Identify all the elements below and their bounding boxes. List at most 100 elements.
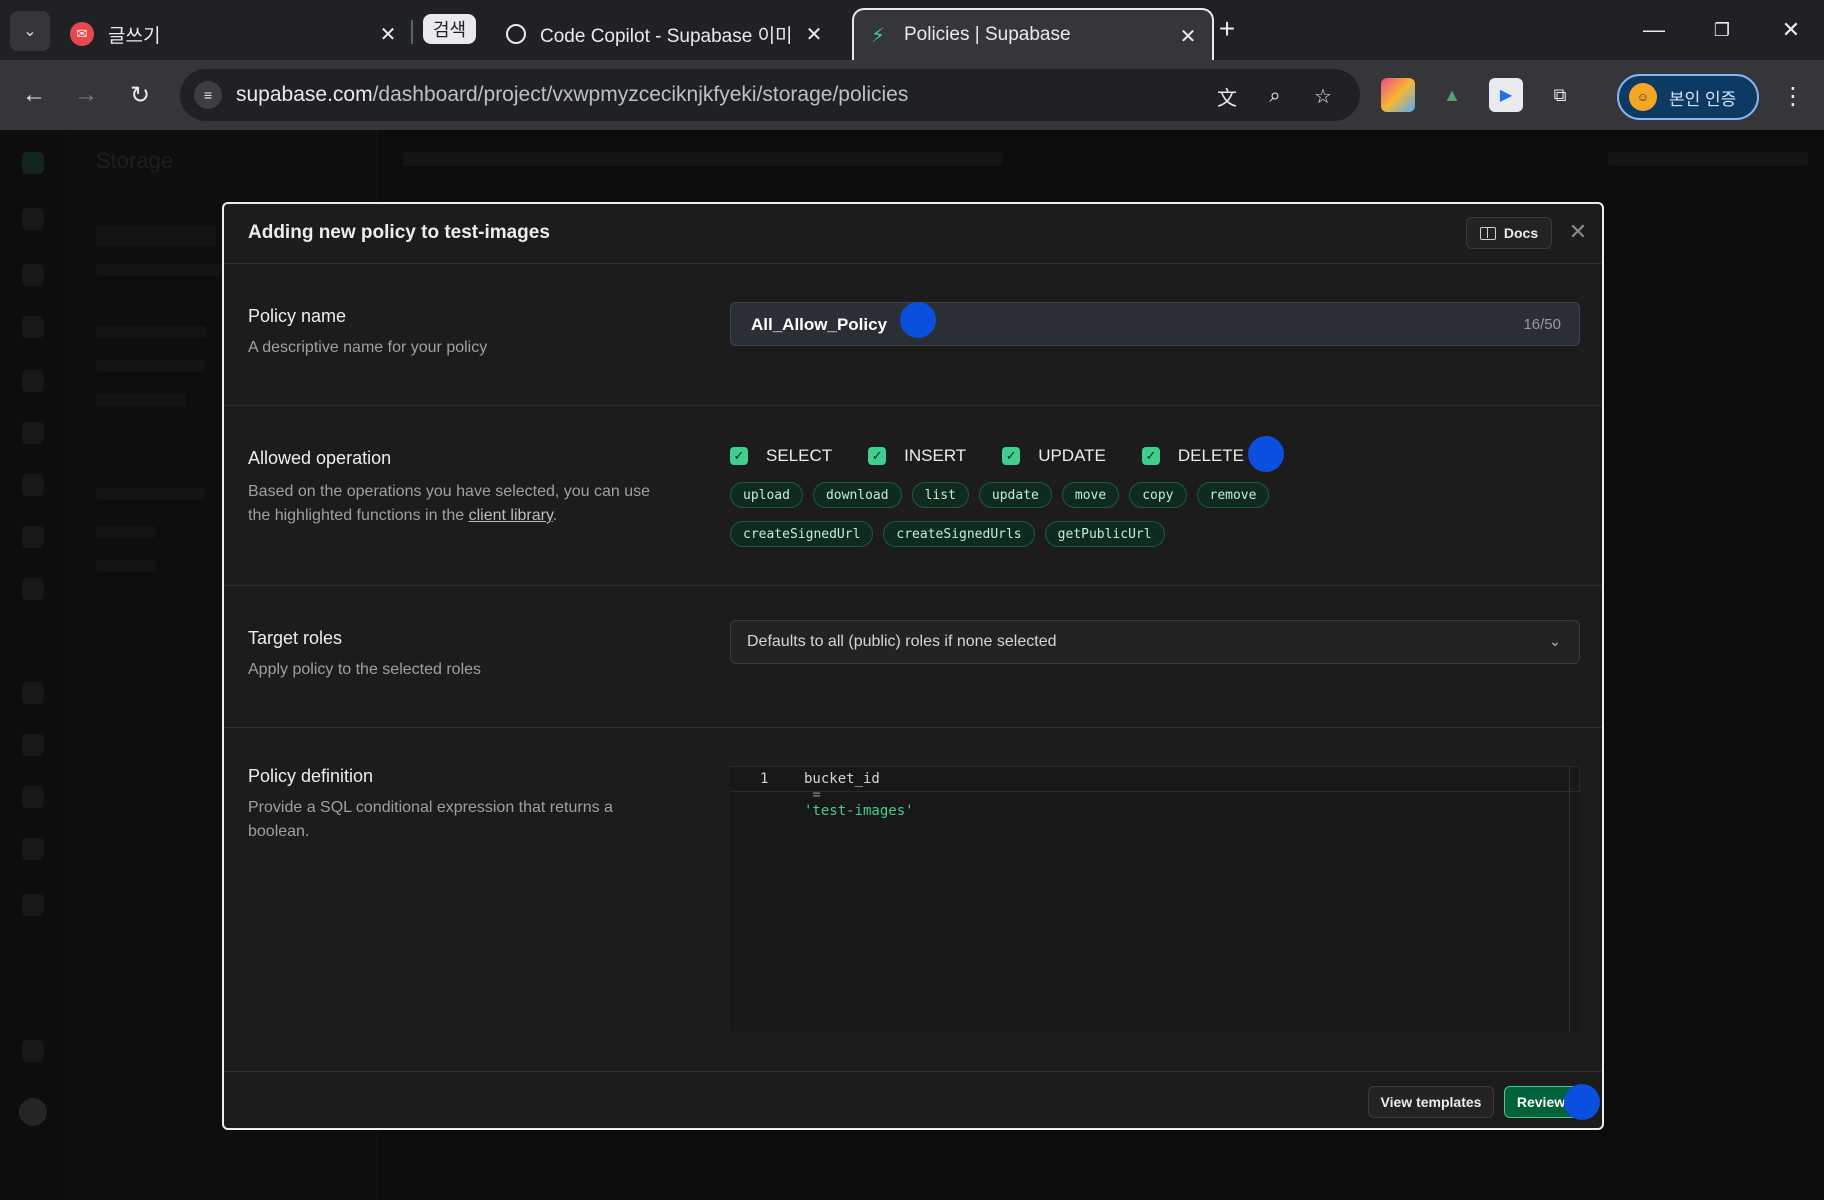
function-chips-row-2: createSignedUrl createSignedUrls getPubl… <box>730 521 1490 547</box>
function-chip: move <box>1061 482 1120 508</box>
add-policy-modal: Adding new policy to test-images Docs ✕ … <box>222 202 1604 1130</box>
profile-avatar-icon: ☺ <box>1629 83 1657 111</box>
function-chip: remove <box>1196 482 1270 508</box>
operations-checkboxes: ✓ SELECT ✓ INSERT ✓ UPDATE ✓ DELETE <box>730 446 1280 466</box>
click-marker <box>1248 436 1284 472</box>
allowed-operation-section: Allowed operation Based on the operation… <box>224 406 1602 586</box>
function-chip: createSignedUrls <box>883 521 1035 547</box>
policy-definition-section: Policy definition Provide a SQL conditio… <box>224 728 1602 1072</box>
checkbox-checked-icon[interactable]: ✓ <box>1141 447 1160 465</box>
tab-group-chip[interactable]: 검색 <box>423 14 477 44</box>
op-label: DELETE <box>1177 446 1245 465</box>
policy-definition-title: Policy definition <box>248 766 374 786</box>
tab-policies-supabase[interactable]: ⚡ Policies | Supabase ✕ <box>852 8 1214 60</box>
tab-code-copilot[interactable]: Code Copilot - Supabase 이미 ✕ <box>506 8 826 60</box>
function-chip: createSignedUrl <box>730 521 874 547</box>
supabase-bolt-icon: ⚡ <box>870 24 886 47</box>
zoom-icon[interactable]: ⌕ <box>1260 81 1290 111</box>
target-roles-select[interactable]: Defaults to all (public) roles if none s… <box>730 620 1580 664</box>
profile-label: 본인 인증 <box>1669 89 1737 109</box>
window-close-icon[interactable]: ✕ <box>1771 12 1811 48</box>
allowed-operation-description: Based on the operations you have selecte… <box>248 480 668 528</box>
tab-title: 글쓰기 <box>108 25 161 47</box>
policy-name-title: Policy name <box>248 306 347 326</box>
policy-name-value: All_Allow_Policy <box>751 315 888 334</box>
policy-name-input[interactable]: All_Allow_Policy 16/50 <box>730 302 1580 346</box>
sql-code-editor[interactable]: 1 bucket_id = 'test-images' <box>730 766 1580 1032</box>
allowed-operation-title: Allowed operation <box>248 448 392 468</box>
tab-divider <box>411 20 413 44</box>
description-text: Based on the operations you have selecte… <box>248 483 651 524</box>
target-roles-title: Target roles <box>248 628 343 648</box>
modal-header: Adding new policy to test-images Docs ✕ <box>224 204 1602 264</box>
new-tab-icon[interactable]: + <box>1212 13 1242 44</box>
checkbox-checked-icon[interactable]: ✓ <box>868 447 887 465</box>
docs-button[interactable]: Docs <box>1466 217 1552 249</box>
close-tab-icon[interactable]: ✕ <box>376 22 400 46</box>
forward-icon[interactable]: → <box>66 75 106 115</box>
line-number: 1 <box>760 771 769 787</box>
tab-search-dropdown-icon[interactable]: ⌄ <box>10 11 50 51</box>
editor-scrollbar[interactable] <box>1569 766 1570 1032</box>
op-label: UPDATE <box>1038 446 1106 465</box>
translate-icon[interactable]: 文 <box>1212 81 1242 111</box>
op-select[interactable]: ✓ SELECT <box>730 446 832 466</box>
bookmark-star-icon[interactable]: ☆ <box>1308 81 1338 111</box>
profile-button[interactable]: ☺ 본인 인증 <box>1617 74 1759 120</box>
client-library-link[interactable]: client library <box>469 507 553 524</box>
modal-title: Adding new policy to test-images <box>248 222 550 243</box>
tab-write[interactable]: ✉ 글쓰기 ✕ <box>70 8 400 60</box>
browser-menu-icon[interactable]: ⋮ <box>1778 78 1808 114</box>
policy-name-description: A descriptive name for your policy <box>248 339 488 356</box>
op-label: INSERT <box>904 446 967 465</box>
op-insert[interactable]: ✓ INSERT <box>868 446 966 466</box>
code-operator: = <box>804 787 830 803</box>
function-chip: getPublicUrl <box>1044 521 1165 547</box>
character-counter: 16/50 <box>1523 316 1561 333</box>
roles-placeholder: Defaults to all (public) roles if none s… <box>747 633 1057 650</box>
function-chip: copy <box>1129 482 1187 508</box>
function-chips-row-1: upload download list update move copy re… <box>730 482 1490 508</box>
tree-extension-icon[interactable]: ▲ <box>1435 78 1469 112</box>
extensions-puzzle-icon[interactable]: ⧉ <box>1543 78 1577 112</box>
click-marker <box>900 302 936 338</box>
close-tab-icon[interactable]: ✕ <box>802 22 826 46</box>
checkbox-checked-icon[interactable]: ✓ <box>730 447 748 465</box>
view-templates-button[interactable]: View templates <box>1368 1086 1494 1118</box>
op-label: SELECT <box>766 446 833 465</box>
click-marker <box>1564 1084 1600 1120</box>
reload-icon[interactable]: ↻ <box>120 75 160 115</box>
url-path: /dashboard/project/vxwpmyzceciknjkfyeki/… <box>372 83 909 106</box>
book-icon <box>1479 226 1496 240</box>
modal-footer: View templates Review <box>224 1072 1602 1128</box>
target-roles-description: Apply policy to the selected roles <box>248 661 482 678</box>
policy-definition-description: Provide a SQL conditional expression tha… <box>248 799 613 840</box>
tab-title: Policies | Supabase <box>904 24 1071 45</box>
description-text: . <box>552 507 558 524</box>
code-line[interactable]: bucket_id = 'test-images' <box>804 771 914 819</box>
target-roles-section: Target roles Apply policy to the selecte… <box>224 586 1602 728</box>
url-host: supabase.com <box>236 83 373 106</box>
function-chip: download <box>812 482 902 508</box>
code-string: 'test-images' <box>804 803 914 819</box>
op-delete[interactable]: ✓ DELETE <box>1141 446 1245 466</box>
back-icon[interactable]: ← <box>14 75 54 115</box>
restore-icon[interactable]: ❐ <box>1702 12 1742 48</box>
close-tab-icon[interactable]: ✕ <box>1176 24 1200 48</box>
minimize-icon[interactable]: — <box>1634 12 1674 48</box>
code-identifier: bucket_id <box>804 771 880 787</box>
function-chip: upload <box>730 482 803 508</box>
color-extension-icon[interactable] <box>1381 78 1415 112</box>
address-bar[interactable]: ≡ supabase.com/dashboard/project/vxwpmyz… <box>180 69 1360 121</box>
site-settings-icon[interactable]: ≡ <box>194 81 222 109</box>
play-extension-icon[interactable]: ▶ <box>1489 78 1523 112</box>
pink-badge-icon: ✉ <box>70 22 94 46</box>
op-update[interactable]: ✓ UPDATE <box>1002 446 1106 466</box>
tab-title: Code Copilot - Supabase 이미 <box>540 25 790 47</box>
checkbox-checked-icon[interactable]: ✓ <box>1002 447 1021 465</box>
url-text[interactable]: supabase.com/dashboard/project/vxwpmyzce… <box>236 83 908 107</box>
close-icon[interactable]: ✕ <box>1566 219 1590 244</box>
chevron-down-icon: ⌄ <box>1549 632 1561 649</box>
browser-tab-bar: ⌄ ✉ 글쓰기 ✕ 검색 Code Copilot - Supabase 이미 … <box>0 0 1824 60</box>
function-chip: list <box>911 482 969 508</box>
